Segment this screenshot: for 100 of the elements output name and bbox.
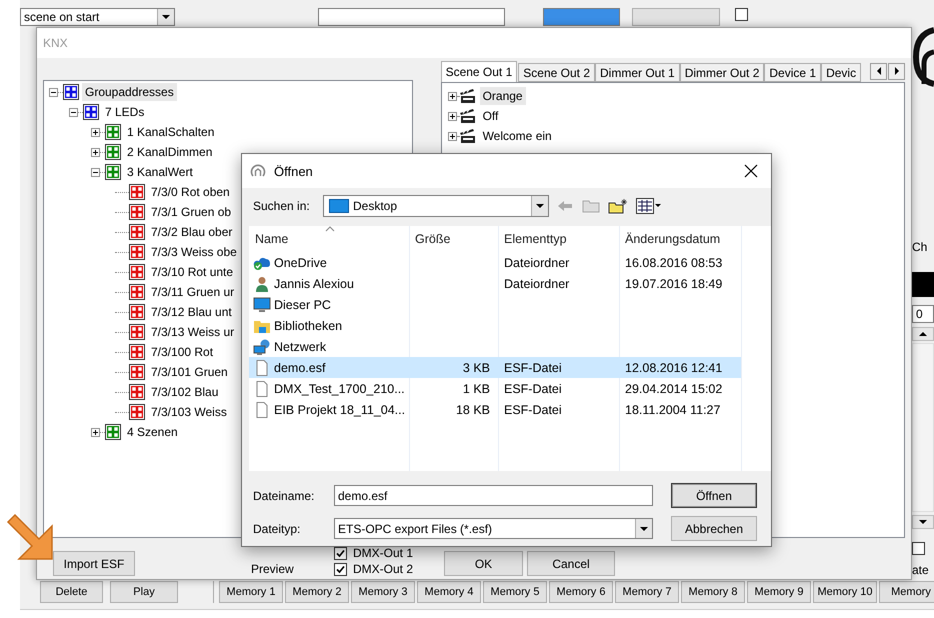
tree-item[interactable]: 7/3/3 Weiss obe — [148, 243, 240, 261]
tree-item[interactable]: 7/3/101 Gruen — [148, 363, 231, 381]
filetype-dropdown[interactable]: ETS-OPC export Files (*.esf) — [334, 518, 653, 539]
checkbox-label: DMX-Out 2 — [353, 562, 414, 576]
file-row[interactable]: DMX_Test_1700_210... 1 KB ESF-Datei 29.04.2014 15:02 — [249, 378, 741, 399]
memory-button[interactable]: Memory 4 — [417, 581, 481, 603]
caret-icon — [919, 332, 927, 336]
expand-toggle[interactable] — [448, 92, 457, 100]
ok-button[interactable]: OK — [444, 551, 523, 576]
text-field[interactable] — [543, 8, 620, 26]
expand-toggle[interactable] — [448, 132, 457, 140]
column-header[interactable]: Elementtyp — [498, 232, 619, 246]
memory-button[interactable]: Memory 8 — [681, 581, 745, 603]
scroll-right-button[interactable] — [888, 62, 905, 80]
file-type: ESF-Datei — [503, 402, 563, 416]
file-name: demo.esf — [274, 360, 326, 374]
column-header[interactable]: Größe — [409, 232, 498, 246]
checkbox[interactable] — [912, 542, 925, 555]
open-button[interactable]: Öffnen — [671, 483, 757, 508]
tree-item[interactable]: 7 LEDs — [102, 103, 148, 121]
expand-toggle[interactable] — [91, 168, 100, 176]
checkbox-label: DMX-Out 1 — [353, 546, 414, 560]
tree-item[interactable]: 7/3/103 Weiss — [148, 403, 230, 421]
memory-button[interactable]: Memory 7 — [615, 581, 679, 603]
file-date: 16.08.2016 08:53 — [624, 256, 724, 270]
memory-button[interactable]: Memory 1 — [219, 581, 283, 603]
memory-button[interactable]: Memory 2 — [285, 581, 349, 603]
scroll-left-button[interactable] — [870, 62, 887, 80]
scene-item[interactable]: Orange — [480, 87, 526, 105]
new-folder-icon[interactable] — [608, 198, 628, 214]
filename-label: Dateiname: — [253, 488, 316, 502]
file-row[interactable]: demo.esf 3 KB ESF-Datei 12.08.2016 12:41 — [249, 357, 741, 378]
tab[interactable]: Scene Out 2 — [518, 63, 595, 82]
memory-button[interactable]: Memory 3 — [351, 581, 415, 603]
grid-icon — [129, 324, 145, 340]
tree-item[interactable]: 7/3/2 Blau ober — [148, 223, 236, 241]
tab[interactable]: Device 1 — [764, 63, 822, 82]
tree-item[interactable]: 7/3/11 Gruen ur — [148, 283, 238, 301]
checkbox[interactable] — [735, 8, 748, 21]
close-button[interactable] — [743, 163, 759, 179]
tree-item[interactable]: 7/3/102 Blau — [148, 383, 222, 401]
tree-item[interactable]: 2 KanalDimmen — [124, 143, 216, 161]
column-header[interactable]: Name — [249, 232, 409, 246]
action-button[interactable]: Delete — [40, 581, 103, 603]
memory-button[interactable]: Memory 10 — [813, 581, 877, 603]
tree-item[interactable]: 7/3/1 Gruen ob — [148, 203, 234, 221]
file-row[interactable]: EIB Projekt 18_11_04... 18 KB ESF-Datei 18.11.2004 11:27 — [249, 399, 741, 420]
file-date: 19.07.2016 18:49 — [624, 276, 724, 290]
preview-label: Preview — [251, 562, 295, 576]
scene-item[interactable]: Off — [480, 107, 502, 125]
sort-caret-icon — [325, 226, 335, 232]
tab[interactable]: Devic — [821, 63, 862, 82]
tree-item[interactable]: 4 Szenen — [124, 423, 181, 441]
cancel-button[interactable]: Abbrechen — [671, 516, 757, 541]
tree-item[interactable]: 7/3/12 Blau unt — [148, 303, 235, 321]
cancel-button[interactable]: Cancel — [527, 551, 615, 576]
tab[interactable]: Scene Out 1 — [440, 61, 518, 82]
expand-toggle[interactable] — [49, 88, 58, 96]
tree-item[interactable]: Groupaddresses — [82, 83, 177, 101]
tab[interactable]: Dimmer Out 2 — [680, 63, 764, 82]
channel-field[interactable]: 0 — [912, 305, 934, 323]
scene-item[interactable]: Welcome ein — [480, 127, 555, 145]
file-row[interactable]: OneDrive Dateiordner 16.08.2016 08:53 — [249, 252, 741, 273]
expand-toggle[interactable] — [91, 428, 100, 436]
file-name: EIB Projekt 18_11_04... — [274, 402, 406, 416]
tree-item[interactable]: 7/3/13 Weiss ur — [148, 323, 238, 341]
scroll-down-button[interactable] — [912, 515, 934, 529]
expand-toggle[interactable] — [91, 128, 100, 136]
tree-item[interactable]: 7/3/0 Rot oben — [148, 183, 233, 201]
expand-toggle[interactable] — [91, 148, 100, 156]
checkbox[interactable] — [334, 562, 347, 576]
action-button[interactable]: Play — [110, 581, 178, 603]
file-row[interactable]: Dieser PC — [249, 294, 741, 315]
memory-button[interactable]: Memory 5 — [483, 581, 547, 603]
scene-dropdown[interactable]: scene on start — [20, 8, 175, 26]
tree-item[interactable]: 7/3/100 Rot — [148, 343, 216, 361]
expand-toggle[interactable] — [448, 112, 457, 120]
file-row[interactable]: Jannis Alexiou Dateiordner 19.07.2016 18:49 — [249, 273, 741, 294]
file-size: 1 KB — [462, 382, 491, 396]
file-row[interactable]: Bibliotheken — [249, 315, 741, 336]
look-in-dropdown[interactable]: Desktop — [323, 195, 549, 217]
clapperboard-icon — [458, 128, 477, 144]
memory-button[interactable]: Memory 6 — [549, 581, 613, 603]
tree-item[interactable]: 1 KanalSchalten — [124, 123, 218, 141]
tab[interactable]: Dimmer Out 1 — [595, 63, 680, 82]
import-button[interactable]: Import ESF — [53, 551, 135, 576]
dropdown[interactable] — [318, 8, 505, 26]
file-date: 18.11.2004 11:27 — [624, 402, 722, 416]
column-header[interactable]: Änderungsdatum — [619, 232, 741, 246]
file-row[interactable]: Netzwerk — [249, 336, 741, 357]
view-menu-icon[interactable] — [636, 198, 662, 214]
file-name: DMX_Test_1700_210... — [274, 382, 405, 396]
scroll-up-button[interactable] — [912, 327, 934, 341]
memory-button[interactable]: Memory 9 — [747, 581, 811, 603]
tree-item[interactable]: 7/3/10 Rot unte — [148, 263, 236, 281]
filename-field[interactable]: demo.esf — [334, 485, 653, 506]
checkbox[interactable] — [334, 546, 347, 560]
tree-item[interactable]: 3 KanalWert — [124, 163, 196, 181]
expand-toggle[interactable] — [69, 108, 78, 116]
memory-button[interactable]: Memory — [879, 581, 934, 603]
